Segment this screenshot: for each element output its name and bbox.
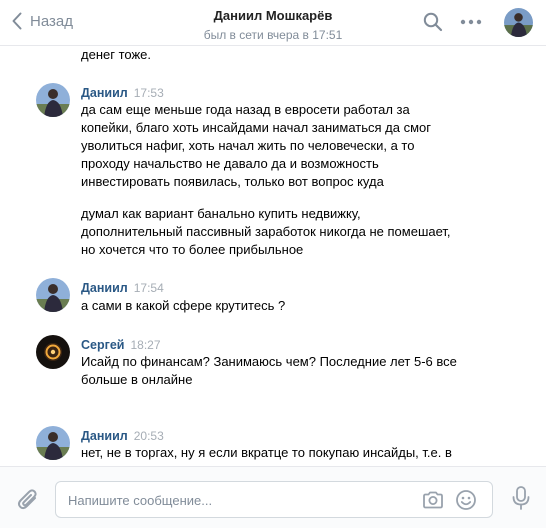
message-time[interactable]: 18:27 bbox=[130, 338, 160, 352]
message-line: Исайд по финансам? Занимаюсь чем? Послед… bbox=[81, 354, 457, 369]
voice-message-button[interactable] bbox=[511, 485, 531, 516]
message-header: Сергей 18:27 bbox=[81, 337, 161, 353]
avatar[interactable] bbox=[36, 335, 70, 369]
message-line: дополнительный пассивный заработок никог… bbox=[81, 224, 451, 239]
avatar-image bbox=[504, 8, 533, 37]
message-header: Даниил 17:53 bbox=[81, 85, 164, 101]
message-line: нет, не в торгах, ну я если вкратце то п… bbox=[81, 445, 452, 460]
avatar-image bbox=[36, 426, 70, 460]
message-feed[interactable]: денег тоже. Даниил 17:53 да сам еще меньш… bbox=[0, 46, 546, 466]
avatar-image bbox=[36, 335, 70, 369]
chat-title[interactable]: Даниил Мошкарёв bbox=[214, 8, 333, 24]
chat-header: Назад Даниил Мошкарёв был в сети вчера в… bbox=[0, 0, 546, 46]
message-text-fragment: денег тоже. bbox=[81, 47, 152, 62]
message-input-box[interactable] bbox=[55, 481, 493, 518]
avatar[interactable] bbox=[36, 278, 70, 312]
avatar-image bbox=[36, 278, 70, 312]
search-icon bbox=[423, 12, 443, 32]
message-line: копейки, благо хоть инсайдами начал зани… bbox=[81, 120, 431, 135]
microphone-icon bbox=[512, 486, 530, 510]
author-name[interactable]: Даниил bbox=[81, 429, 128, 443]
paperclip-icon bbox=[17, 489, 37, 510]
message-line: думал как вариант банально купить недвиж… bbox=[81, 206, 361, 221]
message-time[interactable]: 17:54 bbox=[134, 281, 164, 295]
message-time[interactable]: 17:53 bbox=[134, 86, 164, 100]
author-name[interactable]: Даниил bbox=[81, 281, 128, 295]
chevron-left-icon bbox=[12, 12, 22, 30]
message-composer bbox=[0, 466, 546, 528]
header-avatar[interactable] bbox=[504, 8, 533, 37]
search-button[interactable] bbox=[423, 12, 443, 37]
message-input[interactable] bbox=[68, 490, 408, 510]
back-label: Назад bbox=[30, 12, 73, 30]
emoji-button[interactable] bbox=[455, 489, 477, 516]
message-line: инвестировать появилась, только вот вопр… bbox=[81, 174, 384, 189]
camera-icon bbox=[423, 491, 443, 509]
message-line: да сам еще меньше года назад в евросети … bbox=[81, 102, 410, 117]
avatar[interactable] bbox=[36, 426, 70, 460]
message-line: проходу начальство не давало да и возмож… bbox=[81, 156, 379, 171]
message-header: Даниил 17:54 bbox=[81, 280, 164, 296]
more-button[interactable] bbox=[460, 15, 482, 34]
back-button[interactable]: Назад bbox=[12, 12, 73, 30]
message-line: но хочется что то более прибыльное bbox=[81, 242, 304, 257]
message-header: Даниил 20:53 bbox=[81, 428, 164, 444]
message-time[interactable]: 20:53 bbox=[134, 429, 164, 443]
author-name[interactable]: Даниил bbox=[81, 86, 128, 100]
author-name[interactable]: Сергей bbox=[81, 338, 124, 352]
avatar-image bbox=[36, 83, 70, 117]
camera-button[interactable] bbox=[422, 490, 444, 515]
smile-icon bbox=[456, 490, 476, 510]
attach-button[interactable] bbox=[17, 487, 39, 516]
more-horizontal-icon bbox=[460, 19, 482, 25]
avatar[interactable] bbox=[36, 83, 70, 117]
message-line: больше в онлайне bbox=[81, 372, 193, 387]
message-line: а сами в какой сфере крутитесь ? bbox=[81, 298, 286, 313]
message-line: уволиться нафиг, хоть начал жить по чело… bbox=[81, 138, 415, 153]
